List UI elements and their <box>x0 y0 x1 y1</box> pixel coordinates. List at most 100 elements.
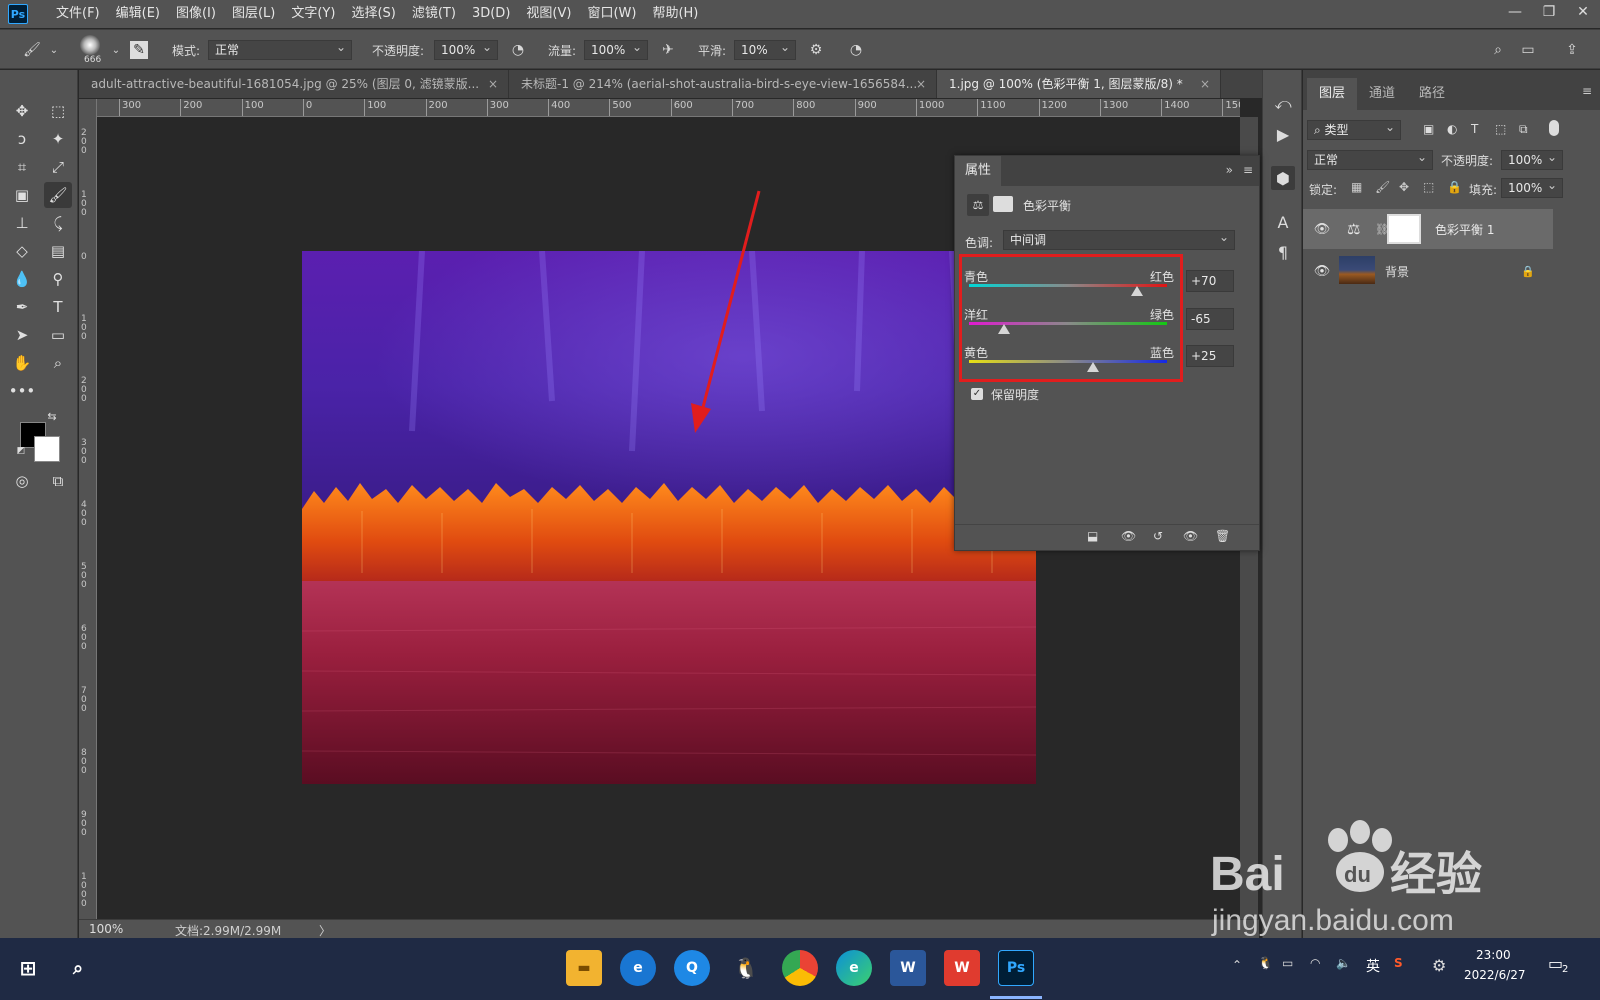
cyan-red-thumb[interactable] <box>1131 286 1144 296</box>
blend-mode-dropdown[interactable]: 正常 <box>1307 148 1433 170</box>
yellow-blue-thumb[interactable] <box>1086 362 1099 372</box>
lasso-tool-icon[interactable]: ↄ <box>8 126 36 152</box>
magic-wand-icon[interactable]: ✦ <box>44 126 72 152</box>
windows-start-icon[interactable]: ⊞ <box>10 950 46 986</box>
character-icon[interactable]: A <box>1271 210 1295 234</box>
3d-panel-icon[interactable]: ⬢ <box>1271 166 1295 190</box>
shape-filter-icon[interactable]: ⬚ <box>1495 122 1506 136</box>
ie-browser-icon[interactable]: e <box>620 950 656 986</box>
brush-tool-icon[interactable]: 🖌 <box>22 40 42 60</box>
lock-transparent-icon[interactable]: ▦ <box>1351 180 1362 194</box>
history-icon[interactable]: ⤺ <box>1271 92 1295 116</box>
yellow-blue-value[interactable]: +25 <box>1186 345 1234 367</box>
eyedropper-icon[interactable]: ⤢ <box>44 154 72 180</box>
eye-icon[interactable]: 👁 <box>1313 222 1331 237</box>
status-menu-arrow[interactable]: 〉 <box>319 922 331 939</box>
mask-icon[interactable] <box>993 196 1013 212</box>
clock-date[interactable]: 2022/6/27 <box>1464 968 1526 982</box>
crop-tool-icon[interactable]: ⌗ <box>8 154 36 180</box>
file-explorer-icon[interactable]: ▬ <box>566 950 602 986</box>
more-tools-icon[interactable]: ••• <box>8 378 36 404</box>
clock-time[interactable]: 23:00 <box>1476 948 1511 962</box>
tone-dropdown[interactable]: 中间调 <box>1003 228 1235 250</box>
wifi-icon[interactable]: ◠ <box>1310 956 1320 970</box>
tab-properties[interactable]: 属性 <box>955 156 1002 186</box>
layer-row-color-balance[interactable]: 👁 ⚖ ⛓ 色彩平衡 1 <box>1303 209 1553 249</box>
menu-file[interactable]: 文件(F) <box>48 0 108 28</box>
battery-icon[interactable]: ▭ <box>1282 956 1293 970</box>
paragraph-icon[interactable]: ¶ <box>1271 240 1295 264</box>
close-icon[interactable]: ✕ <box>1566 0 1600 24</box>
wps-icon[interactable]: W <box>944 950 980 986</box>
tab-channels[interactable]: 通道 <box>1357 78 1407 110</box>
volume-icon[interactable]: 🔈 <box>1336 956 1351 970</box>
tab-document-1[interactable]: adult-attractive-beautiful-1681054.jpg @… <box>79 70 509 98</box>
chrome-icon[interactable] <box>782 950 818 986</box>
frame-tool-icon[interactable]: ▣ <box>8 182 36 208</box>
collapse-icon[interactable]: » <box>1226 163 1233 177</box>
clip-to-layer-icon[interactable]: ⬓ <box>1087 529 1098 543</box>
layer-filter-dropdown[interactable]: ⌕ 类型 <box>1307 118 1401 140</box>
screen-mode-icon[interactable]: ⧉ <box>44 468 72 494</box>
opacity-field[interactable]: 100% <box>434 38 498 60</box>
layer-mask-thumbnail[interactable] <box>1387 214 1421 244</box>
restore-icon[interactable]: ❐ <box>1532 0 1566 24</box>
layer-name[interactable]: 色彩平衡 1 <box>1435 221 1494 238</box>
eye-icon[interactable]: 👁 <box>1313 264 1331 279</box>
gear-icon[interactable]: ⚙ <box>1432 956 1446 975</box>
gradient-icon[interactable]: ▤ <box>44 238 72 264</box>
minimize-icon[interactable]: — <box>1498 0 1532 24</box>
pressure-opacity-icon[interactable]: ◔ <box>508 40 528 60</box>
menu-filter[interactable]: 滤镜(T) <box>404 0 464 28</box>
notification-icon[interactable]: ▭ <box>1548 954 1563 973</box>
qq-tray-icon[interactable]: 🐧 <box>1258 956 1273 970</box>
blur-tool-icon[interactable]: 💧 <box>8 266 36 292</box>
menu-edit[interactable]: 编辑(E) <box>108 0 168 28</box>
chevron-down-icon[interactable]: ⌄ <box>44 40 64 60</box>
menu-view[interactable]: 视图(V) <box>518 0 579 28</box>
pressure-size-icon[interactable]: ◔ <box>846 40 866 60</box>
move-tool-icon[interactable]: ✥ <box>8 98 36 124</box>
close-icon[interactable]: × <box>916 70 926 98</box>
mode-dropdown[interactable]: 正常 <box>208 38 352 60</box>
layer-name[interactable]: 背景 <box>1385 263 1409 280</box>
visibility-icon[interactable]: 👁 <box>1183 529 1198 543</box>
filter-toggle[interactable] <box>1549 120 1559 136</box>
menu-select[interactable]: 选择(S) <box>343 0 403 28</box>
brush-tool-icon[interactable]: 🖌 <box>44 182 72 208</box>
layer-row-background[interactable]: 👁 背景 🔒 <box>1303 251 1553 291</box>
background-color[interactable] <box>34 436 60 462</box>
reset-icon[interactable]: ↺ <box>1153 529 1163 543</box>
brush-panel-icon[interactable]: ✎ <box>130 41 148 59</box>
pixel-filter-icon[interactable]: ▣ <box>1423 122 1434 136</box>
menu-3d[interactable]: 3D(D) <box>464 0 518 28</box>
lock-pixels-icon[interactable]: 🖌 <box>1375 180 1390 194</box>
panel-menu-icon[interactable]: ≡ <box>1243 163 1253 177</box>
menu-type[interactable]: 文字(Y) <box>283 0 343 28</box>
search-icon[interactable]: ⌕ <box>60 950 96 986</box>
magenta-green-thumb[interactable] <box>997 324 1010 334</box>
layer-opacity-field[interactable]: 100% <box>1501 148 1563 170</box>
marquee-tool-icon[interactable]: ⬚ <box>44 98 72 124</box>
cyan-red-value[interactable]: +70 <box>1186 270 1234 292</box>
browser-icon[interactable]: Q <box>674 950 710 986</box>
close-icon[interactable]: × <box>1200 70 1210 98</box>
sogou-icon[interactable]: S <box>1394 956 1403 970</box>
trash-icon[interactable]: 🗑 <box>1215 529 1230 543</box>
lock-all-icon[interactable]: 🔒 <box>1447 180 1462 194</box>
rectangle-tool-icon[interactable]: ▭ <box>44 322 72 348</box>
photoshop-taskbar-icon[interactable]: Ps <box>998 950 1034 986</box>
close-icon[interactable]: × <box>488 70 498 98</box>
word-icon[interactable]: W <box>890 950 926 986</box>
menu-window[interactable]: 窗口(W) <box>579 0 644 28</box>
zoom-tool-icon[interactable]: ⌕ <box>44 350 72 376</box>
ime-indicator[interactable]: 英 <box>1366 956 1380 976</box>
path-select-icon[interactable]: ➤ <box>8 322 36 348</box>
tab-document-2[interactable]: 未标题-1 @ 214% (aerial-shot-australia-bird… <box>509 70 937 98</box>
dodge-tool-icon[interactable]: ⚲ <box>44 266 72 292</box>
type-tool-icon[interactable]: T <box>44 294 72 320</box>
layer-thumbnail[interactable] <box>1339 256 1375 284</box>
smoothing-field[interactable]: 10% <box>734 38 796 60</box>
hand-tool-icon[interactable]: ✋ <box>8 350 36 376</box>
lock-position-icon[interactable]: ✥ <box>1399 180 1409 194</box>
